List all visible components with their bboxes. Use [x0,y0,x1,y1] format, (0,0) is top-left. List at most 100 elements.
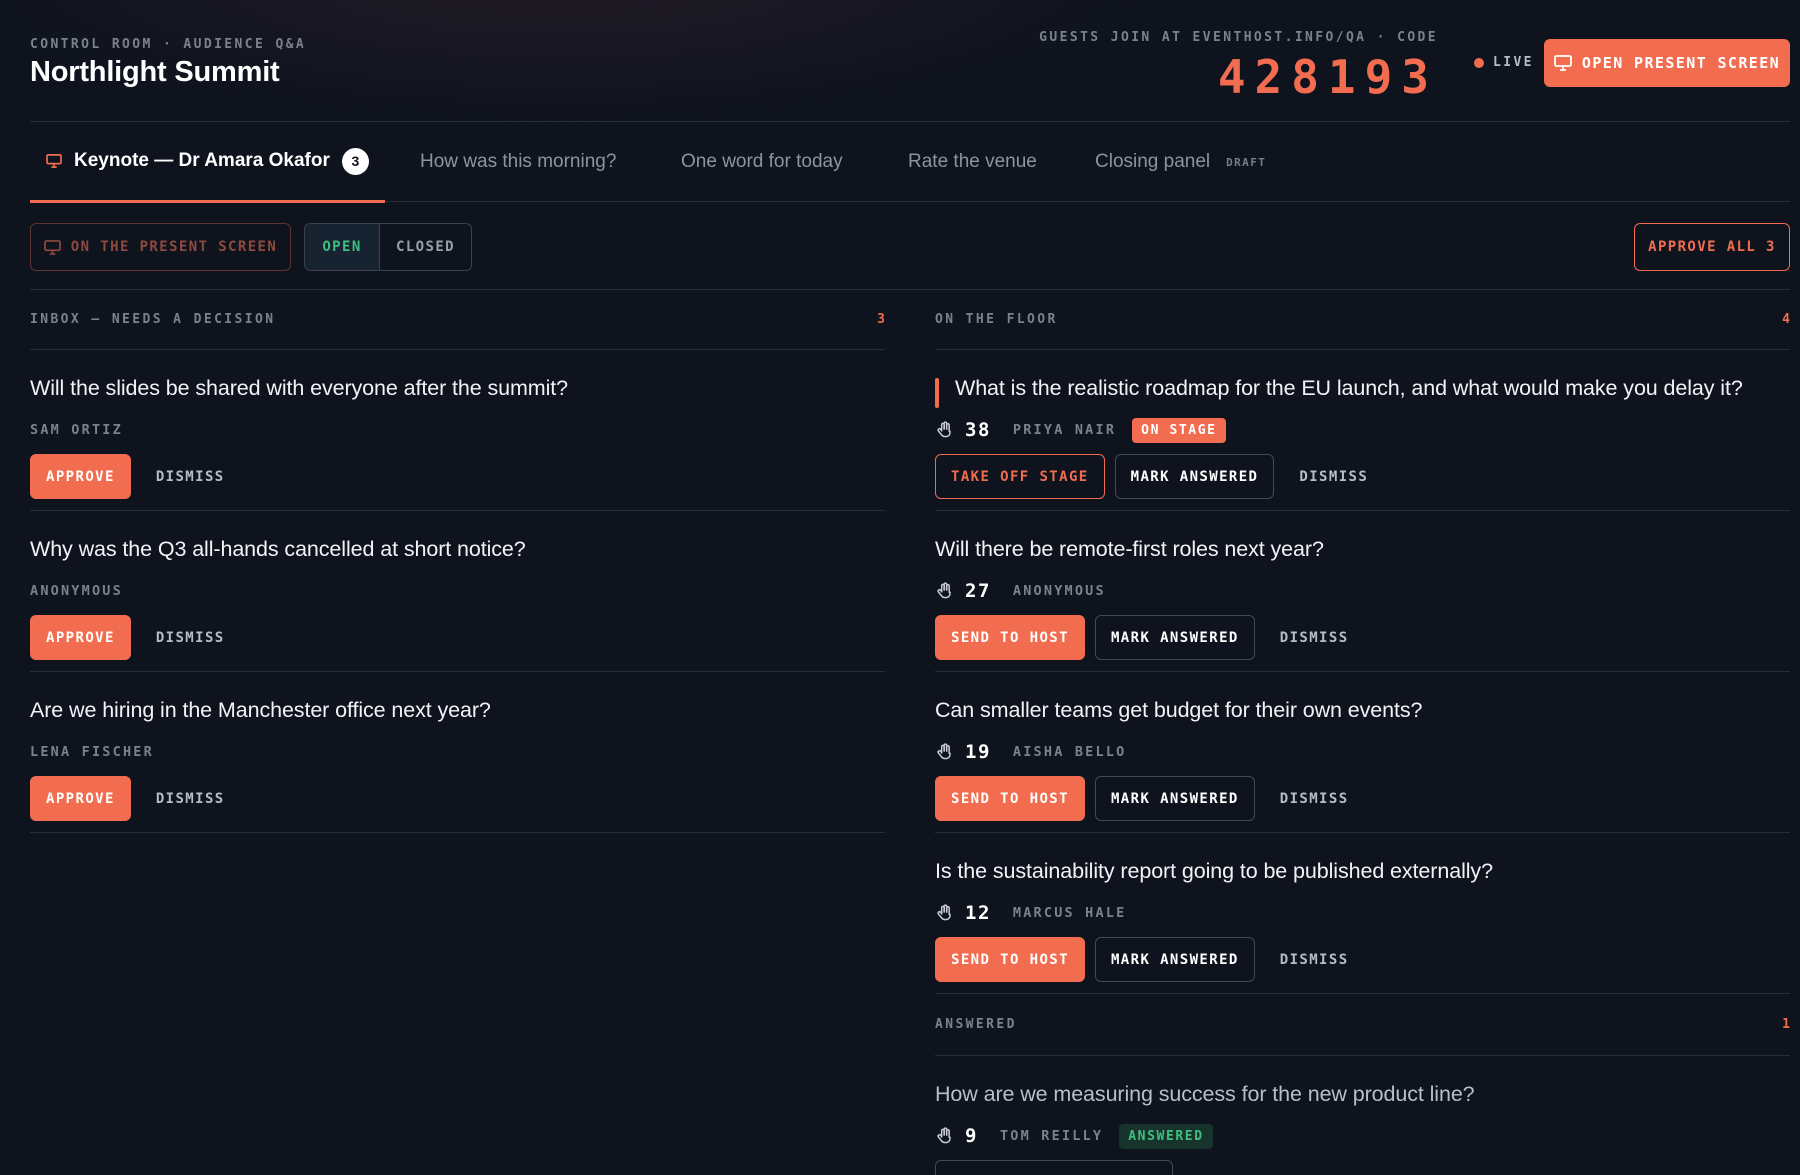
tab-keynote-label: Keynote — Dr Amara Okafor [74,150,330,171]
on-present-screen-label: ON THE PRESENT SCREEN [70,239,278,255]
join-instructions: GUESTS JOIN AT EVENTHOST.INFO/QA · CODE [1039,30,1438,45]
session-controls: ON THE PRESENT SCREEN OPEN CLOSED APPROV… [30,202,1790,290]
tab-closing-panel[interactable]: Closing panel DRAFT [1095,122,1266,202]
question-actions: SEND TO HOST MARK ANSWERED DISMISS [935,937,1364,982]
question-tabs: Keynote — Dr Amara Okafor 3 How was this… [30,122,1790,203]
dismiss-button[interactable]: DISMISS [1284,454,1383,499]
question-actions: SEND TO HOST MARK ANSWERED DISMISS [935,615,1364,660]
join-code: 428193 [1217,50,1438,104]
question-meta: 19 AISHA BELLO [935,738,1127,766]
tab-one-word[interactable]: One word for today [681,122,843,202]
author-name: ANONYMOUS [30,583,123,599]
open-present-screen-label: OPEN PRESENT SCREEN [1581,54,1781,72]
question-text: Is the sustainability report going to be… [935,859,1493,883]
tab-rate-venue-label: Rate the venue [908,151,1037,172]
draft-tag: DRAFT [1226,155,1267,169]
question-meta: LENA FISCHER [30,738,154,766]
dismiss-button[interactable]: DISMISS [1265,937,1364,982]
on-present-screen-button[interactable]: ON THE PRESENT SCREEN [30,223,291,271]
send-to-host-button[interactable]: SEND TO HOST [935,776,1085,821]
inbox-count: 3 [877,312,885,327]
question-meta: SAM ORTIZ [30,416,123,444]
vote-count: 38 [965,419,991,441]
floor-item: Will there be remote-first roles next ye… [935,511,1790,672]
approve-button[interactable]: APPROVE [30,615,131,660]
send-to-host-button[interactable]: SEND TO HOST [935,615,1085,660]
inbox-column: INBOX — NEEDS A DECISION 3 Will the slid… [30,290,885,833]
live-dot-icon [1474,57,1484,68]
question-text: How are we measuring success for the new… [935,1082,1475,1106]
tab-morning-label: How was this morning? [420,151,617,172]
approve-button[interactable]: APPROVE [30,776,131,821]
author-name: TOM REILLY [999,1128,1104,1144]
raised-hand-icon [937,1127,951,1144]
question-actions: APPROVE DISMISS [30,615,240,660]
mark-answered-button[interactable]: MARK ANSWERED [1094,937,1255,982]
answered-badge: ANSWERED [1119,1123,1213,1149]
question-meta: 38 PRIYA NAIR ON STAGE [935,416,1226,444]
mark-answered-button[interactable]: MARK ANSWERED [1114,454,1275,499]
app-header: CONTROL ROOM · AUDIENCE Q&A Northlight S… [30,0,1790,122]
monitor-icon [1554,55,1572,71]
dismiss-button[interactable]: DISMISS [141,615,240,660]
question-actions: SEND TO HOST MARK ANSWERED DISMISS [935,776,1364,821]
monitor-icon [43,239,61,255]
tab-closing-panel-label: Closing panel [1095,151,1211,172]
tab-one-word-label: One word for today [681,151,843,172]
dismiss-button[interactable]: DISMISS [1265,615,1364,660]
answered-item: How are we measuring success for the new… [935,1056,1790,1175]
on-stage-badge: ON STAGE [1132,417,1226,443]
question-meta: 12 MARCUS HALE [935,899,1127,927]
question-text: Will the slides be shared with everyone … [30,376,569,400]
tab-rate-venue[interactable]: Rate the venue [908,122,1037,202]
floor-column: ON THE FLOOR 4 What is the realistic roa… [935,290,1790,1175]
tab-keynote[interactable]: Keynote — Dr Amara Okafor 3 [30,122,385,203]
closed-toggle[interactable]: CLOSED [380,224,471,270]
dismiss-button[interactable]: DISMISS [141,776,240,821]
raised-hand-icon [937,582,951,599]
tab-keynote-badge: 3 [341,147,369,175]
floor-header: ON THE FLOOR 4 [935,290,1790,350]
header-eyebrow: CONTROL ROOM · AUDIENCE Q&A [30,37,307,52]
dismiss-button[interactable]: DISMISS [1265,776,1364,821]
send-to-host-button[interactable]: SEND TO HOST [935,937,1085,982]
approve-all-button[interactable]: APPROVE ALL 3 [1634,223,1790,271]
inbox-item: Why was the Q3 all-hands cancelled at sh… [30,511,885,672]
vote-count: 9 [965,1125,978,1147]
question-actions: TAKE OFF STAGE MARK ANSWERED DISMISS [935,454,1383,499]
put-back-on-floor-button[interactable]: PUT BACK ON THE FLOOR [935,1160,1174,1175]
question-text: Can smaller teams get budget for their o… [935,698,1423,722]
monitor-icon [46,154,62,168]
question-text: What is the realistic roadmap for the EU… [955,376,1743,400]
question-actions: APPROVE DISMISS [30,776,240,821]
mark-answered-button[interactable]: MARK ANSWERED [1094,776,1255,821]
inbox-item: Are we hiring in the Manchester office n… [30,672,885,833]
approve-button[interactable]: APPROVE [30,454,131,499]
author-name: MARCUS HALE [1012,905,1127,921]
floor-count: 4 [1782,312,1790,327]
author-name: LENA FISCHER [30,744,154,760]
question-actions: PUT BACK ON THE FLOOR [935,1160,1174,1175]
answered-heading: ANSWERED [935,1017,1017,1032]
floor-item: What is the realistic roadmap for the EU… [935,350,1790,511]
open-present-screen-button[interactable]: OPEN PRESENT SCREEN [1544,39,1790,87]
author-name: PRIYA NAIR [1012,422,1117,438]
floor-item: Is the sustainability report going to be… [935,833,1790,994]
dismiss-button[interactable]: DISMISS [141,454,240,499]
take-off-stage-button[interactable]: TAKE OFF STAGE [935,454,1105,499]
author-name: ANONYMOUS [1012,583,1106,599]
inbox-item: Will the slides be shared with everyone … [30,350,885,511]
mark-answered-button[interactable]: MARK ANSWERED [1094,615,1255,660]
question-meta: ANONYMOUS [30,577,123,605]
raised-hand-icon [937,904,951,921]
raised-hand-icon [937,743,951,760]
event-title: Northlight Summit [30,56,280,88]
question-meta: 9 TOM REILLY ANSWERED [935,1122,1213,1150]
tab-morning[interactable]: How was this morning? [420,122,616,202]
raised-hand-icon [937,421,951,438]
inbox-heading: INBOX — NEEDS A DECISION [30,312,276,327]
open-toggle[interactable]: OPEN [305,224,380,270]
author-name: AISHA BELLO [1012,744,1127,760]
floor-heading: ON THE FLOOR [935,312,1058,327]
vote-count: 27 [965,580,991,602]
